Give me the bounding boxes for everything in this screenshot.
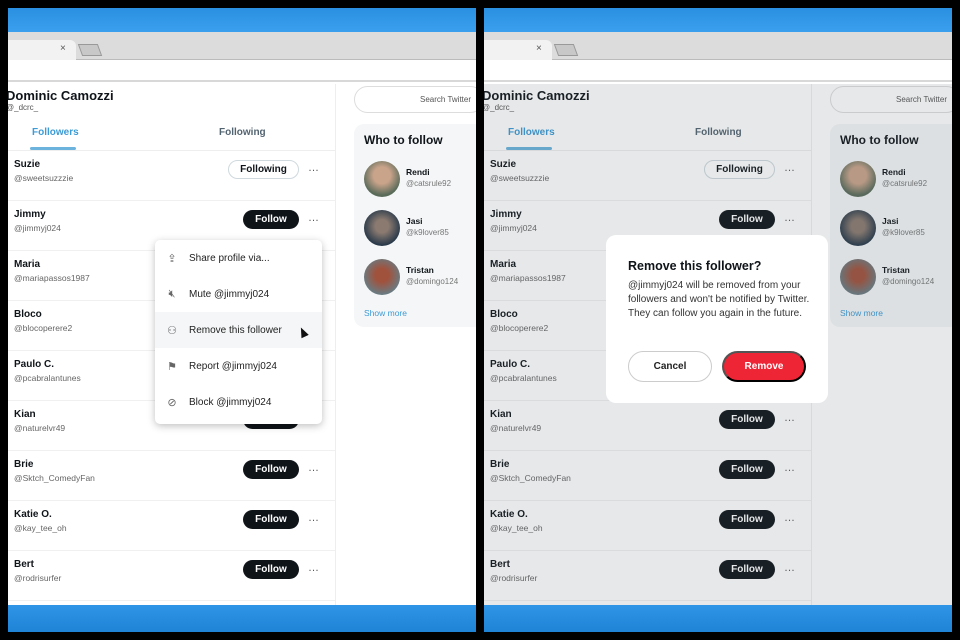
page-content: Dominic Camozzi @_dcrc_ Followers Following…: [8, 84, 476, 605]
tab-following[interactable]: Following: [219, 127, 266, 138]
address-bar[interactable]: [484, 60, 952, 82]
menu-item-label: Block @jimmyj024: [189, 396, 272, 408]
follower-row[interactable]: Katie O. @kay_tee_oh Follow …: [8, 501, 335, 551]
menu-item-flag[interactable]: ⚑ Report @jimmyj024: [155, 348, 322, 384]
divider: [335, 84, 336, 605]
search-input[interactable]: Search Twitter: [354, 86, 476, 113]
follower-name[interactable]: Paulo C.: [14, 359, 54, 370]
suggestion-item[interactable]: Rendi @catsrule92: [364, 161, 476, 197]
suggestion-handle: @catsrule92: [406, 179, 452, 188]
block-icon: ⊘: [167, 396, 177, 409]
browser-bottom-band: [484, 605, 952, 632]
follower-name[interactable]: Bert: [14, 559, 34, 570]
search-placeholder: Search Twitter: [420, 95, 471, 104]
show-more-link[interactable]: Show more: [364, 308, 407, 318]
dialog-body: @jimmyj024 will be removed from your fol…: [628, 280, 810, 319]
more-options-icon[interactable]: …: [308, 562, 319, 574]
page-content: Dominic Camozzi @_dcrc_ Followers Following…: [484, 84, 952, 605]
follower-handle: @jimmyj024: [14, 223, 61, 233]
suggestion-name[interactable]: Jasi: [406, 216, 423, 226]
avatar[interactable]: [364, 259, 400, 295]
new-tab-button[interactable]: [77, 44, 103, 56]
suggestion-item[interactable]: Tristan @domingo124: [364, 259, 476, 295]
browser-tab[interactable]: ×: [8, 40, 76, 60]
menu-item-label: Remove this follower: [189, 324, 282, 336]
suggestion-handle: @k9lover85: [406, 228, 449, 237]
remove-follower-dialog: Remove this follower? @jimmyj024 will be …: [606, 235, 828, 403]
cancel-button[interactable]: Cancel: [628, 351, 712, 382]
left-screenshot-panel: × Dominic Camozzi @_dcrc_ Followers Followin…: [8, 8, 476, 632]
browser-bottom-band: [8, 605, 476, 632]
menu-item-label: Report @jimmyj024: [189, 360, 277, 372]
menu-item-block[interactable]: ⊘ Block @jimmyj024: [155, 384, 322, 420]
browser-top-band: [8, 8, 476, 32]
browser-tab-bar: ×: [484, 32, 952, 60]
follow-button[interactable]: Follow: [243, 210, 299, 229]
follower-handle: @naturelvr49: [14, 423, 66, 433]
follower-handle: @kay_tee_oh: [14, 523, 67, 533]
new-tab-button[interactable]: [553, 44, 579, 56]
profile-handle: @_dcrc_: [8, 103, 39, 112]
browser-top-band: [484, 8, 952, 32]
follower-handle: @sweetsuzzzie: [14, 173, 74, 183]
follower-handle: @mariapassos1987: [14, 273, 90, 283]
avatar[interactable]: [364, 161, 400, 197]
close-tab-icon[interactable]: ×: [536, 43, 542, 54]
menu-item-mute[interactable]: 🔇︎ Mute @jimmyj024: [155, 276, 322, 312]
follow-button[interactable]: Follow: [243, 510, 299, 529]
dialog-title: Remove this follower?: [628, 259, 762, 273]
suggestion-name[interactable]: Tristan: [406, 265, 434, 275]
suggestion-item[interactable]: Jasi @k9lover85: [364, 210, 476, 246]
remove-button[interactable]: Remove: [722, 351, 806, 382]
close-tab-icon[interactable]: ×: [60, 43, 66, 54]
menu-item-label: Share profile via...: [189, 252, 270, 264]
suggestion-handle: @domingo124: [406, 277, 459, 286]
more-options-icon[interactable]: …: [308, 512, 319, 524]
tab-followers[interactable]: Followers: [32, 127, 79, 138]
who-to-follow-title: Who to follow: [364, 133, 443, 147]
follow-button[interactable]: Follow: [243, 460, 299, 479]
browser-tab[interactable]: ×: [484, 40, 552, 60]
address-bar[interactable]: [8, 60, 476, 82]
flag-icon: ⚑: [167, 360, 177, 373]
follower-row[interactable]: Brie @Sktch_ComedyFan Follow …: [8, 451, 335, 501]
share-icon: ⇪: [167, 252, 177, 265]
avatar[interactable]: [364, 210, 400, 246]
follower-name[interactable]: Bloco: [14, 309, 42, 320]
right-screenshot-panel: × Dominic Camozzi @_dcrc_ Followers Followin…: [484, 8, 952, 632]
mute-icon: 🔇︎: [168, 287, 176, 300]
menu-item-label: Mute @jimmyj024: [189, 288, 270, 300]
follower-name[interactable]: Brie: [14, 459, 33, 470]
who-to-follow-card: Who to follow Rendi @catsrule92 Jasi @k9love…: [354, 124, 476, 327]
follower-handle: @blocoperere2: [14, 323, 73, 333]
follower-handle: @pcabralantunes: [14, 373, 81, 383]
follower-name[interactable]: Kian: [14, 409, 36, 420]
more-options-icon[interactable]: …: [308, 162, 319, 174]
browser-tab-bar: ×: [8, 32, 476, 60]
more-options-icon[interactable]: …: [308, 212, 319, 224]
follower-name[interactable]: Katie O.: [14, 509, 52, 520]
more-options-icon[interactable]: …: [308, 462, 319, 474]
follower-name[interactable]: Suzie: [14, 159, 40, 170]
remove-user-icon: ⚇: [167, 324, 177, 337]
follower-row[interactable]: Bert @rodrisurfer Follow …: [8, 551, 335, 601]
following-button[interactable]: Following: [228, 160, 299, 179]
profile-name: Dominic Camozzi: [8, 88, 114, 103]
follower-handle: @rodrisurfer: [14, 573, 62, 583]
menu-item-share[interactable]: ⇪ Share profile via...: [155, 240, 322, 276]
follower-name[interactable]: Maria: [14, 259, 40, 270]
more-options-menu: ⇪ Share profile via... 🔇︎ Mute @jimmyj024 ⚇ R…: [155, 240, 322, 424]
suggestion-name[interactable]: Rendi: [406, 167, 430, 177]
follower-name[interactable]: Jimmy: [14, 209, 46, 220]
follower-handle: @Sktch_ComedyFan: [14, 473, 95, 483]
follower-row[interactable]: Suzie @sweetsuzzzie Following …: [8, 151, 335, 201]
follow-button[interactable]: Follow: [243, 560, 299, 579]
